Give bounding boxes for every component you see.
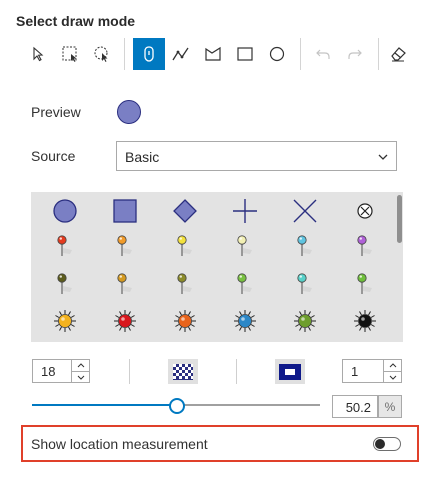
symbol-circle-x[interactable] <box>345 194 385 228</box>
symbol-diamond[interactable] <box>165 194 205 228</box>
draw-point-tool-button[interactable] <box>133 38 165 70</box>
symbol-sunburst[interactable] <box>225 304 265 338</box>
draw-polygon-tool-button[interactable] <box>197 38 229 70</box>
outline-width-increment-button[interactable] <box>384 360 401 372</box>
fill-pattern-button[interactable] <box>168 359 198 384</box>
outline-swatch-icon <box>279 363 301 380</box>
rectangle-icon <box>237 47 253 61</box>
preview-label: Preview <box>31 104 81 120</box>
location-measurement-toggle[interactable] <box>373 437 401 451</box>
size-increment-button[interactable] <box>72 360 89 372</box>
polygon-icon <box>205 46 221 61</box>
source-select-value: Basic <box>125 149 160 165</box>
toggle-knob <box>375 439 385 449</box>
symbol-pin[interactable] <box>165 230 205 264</box>
symbol-pin[interactable] <box>105 268 145 302</box>
select-arrow-icon <box>33 46 44 62</box>
size-value: 18 <box>41 364 56 379</box>
undo-icon <box>316 49 330 59</box>
symbol-gallery <box>31 192 403 342</box>
transparency-value: 50.2 <box>345 400 371 415</box>
gallery-scrollbar[interactable] <box>397 195 402 243</box>
symbol-pin[interactable] <box>45 230 85 264</box>
symbol-sunburst[interactable] <box>285 304 325 338</box>
source-label: Source <box>31 148 76 164</box>
chevron-up-icon <box>77 363 84 368</box>
symbol-pin[interactable] <box>105 230 145 264</box>
preview-symbol-swatch <box>117 100 141 124</box>
chevron-down-icon <box>389 375 396 380</box>
location-measurement-label: Show location measurement <box>31 436 208 452</box>
point-pin-icon <box>144 46 154 62</box>
symbol-pin[interactable] <box>225 230 265 264</box>
symbol-pin[interactable] <box>285 268 325 302</box>
symbol-pin[interactable] <box>165 268 205 302</box>
chevron-down-icon <box>77 375 84 380</box>
clear-graphics-button[interactable] <box>382 38 414 70</box>
source-select[interactable]: Basic <box>116 141 397 171</box>
symbol-cross[interactable] <box>225 194 265 228</box>
size-decrement-button[interactable] <box>72 372 89 383</box>
symbol-sunburst[interactable] <box>345 304 385 338</box>
rectangle-select-icon <box>62 46 77 62</box>
eraser-icon <box>391 47 406 62</box>
chevron-down-icon <box>378 154 388 160</box>
symbol-sunburst[interactable] <box>45 304 85 338</box>
draw-rectangle-tool-button[interactable] <box>229 38 261 70</box>
polyline-icon <box>172 47 189 61</box>
size-stepper[interactable]: 18 <box>32 359 90 383</box>
symbol-pin[interactable] <box>285 230 325 264</box>
lasso-select-tool-button[interactable] <box>86 38 118 70</box>
draw-polyline-tool-button[interactable] <box>165 38 197 70</box>
symbol-pin[interactable] <box>45 268 85 302</box>
draw-circle-tool-button[interactable] <box>261 38 293 70</box>
symbol-circle[interactable] <box>45 194 85 228</box>
select-tool-button[interactable] <box>22 38 54 70</box>
checker-pattern-icon <box>173 363 193 380</box>
symbol-pin[interactable] <box>345 230 385 264</box>
rectangle-select-tool-button[interactable] <box>54 38 86 70</box>
symbol-x[interactable] <box>285 194 325 228</box>
symbol-pin[interactable] <box>225 268 265 302</box>
outline-color-button[interactable] <box>275 359 305 384</box>
symbol-sunburst[interactable] <box>165 304 205 338</box>
circle-icon <box>269 46 285 62</box>
redo-icon <box>348 49 362 59</box>
undo-button[interactable] <box>307 38 339 70</box>
symbol-pin[interactable] <box>345 268 385 302</box>
outline-width-stepper[interactable]: 1 <box>342 359 402 383</box>
transparency-slider-fill <box>32 404 177 406</box>
outline-width-value: 1 <box>351 364 359 379</box>
redo-button[interactable] <box>339 38 371 70</box>
chevron-up-icon <box>389 363 396 368</box>
lasso-select-icon <box>94 46 108 62</box>
outline-width-decrement-button[interactable] <box>384 372 401 383</box>
panel-title: Select draw mode <box>16 13 136 29</box>
symbol-sunburst[interactable] <box>105 304 145 338</box>
transparency-slider-thumb[interactable] <box>168 398 185 414</box>
symbol-square[interactable] <box>105 194 145 228</box>
percent-unit-label: % <box>378 395 402 418</box>
transparency-input[interactable]: 50.2 <box>332 395 378 418</box>
